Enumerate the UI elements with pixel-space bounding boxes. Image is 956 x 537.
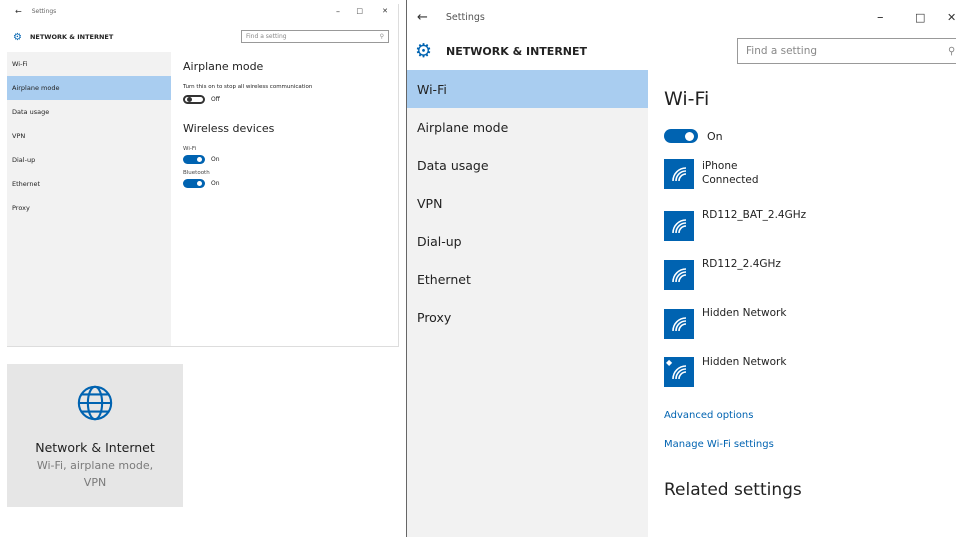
- wifi-toggle[interactable]: [664, 129, 698, 143]
- sidebar-item-data-usage[interactable]: Data usage: [7, 100, 171, 124]
- page-header: ⚙ NETWORK & INTERNET Find a setting ⚲: [7, 26, 398, 48]
- search-input[interactable]: Find a setting ⚲: [737, 38, 956, 64]
- network-name: RD112_BAT_2.4GHz: [702, 209, 807, 221]
- gear-icon: ⚙: [415, 40, 433, 62]
- related-settings-heading: Related settings: [664, 480, 802, 500]
- window-title: Settings: [31, 7, 57, 15]
- minimize-icon[interactable]: –: [336, 7, 340, 16]
- sidebar: Wi-Fi Airplane mode Data usage VPN Dial-…: [7, 52, 171, 346]
- airplane-heading: Airplane mode: [183, 60, 264, 73]
- network-name: Hidden Network: [702, 356, 787, 368]
- main-content: Wi-Fi On iPhone Connected RD112_BAT_2.4G…: [664, 88, 954, 500]
- sidebar-item-wifi[interactable]: Wi-Fi: [7, 52, 171, 76]
- bluetooth-label: Bluetooth: [183, 170, 210, 176]
- airplane-state: Off: [211, 96, 220, 103]
- page-title: Wi-Fi: [664, 88, 710, 110]
- wifi-label: Wi-Fi: [183, 146, 197, 152]
- sidebar-item-vpn[interactable]: VPN: [407, 184, 648, 222]
- wifi-signal-icon: [664, 159, 694, 189]
- network-item[interactable]: RD112_2.4GHz: [664, 257, 954, 306]
- network-list: iPhone Connected RD112_BAT_2.4GHz RD112_…: [664, 159, 954, 404]
- globe-icon: [77, 385, 113, 421]
- minimize-icon[interactable]: –: [877, 10, 884, 25]
- sidebar-item-vpn[interactable]: VPN: [7, 124, 171, 148]
- search-icon: ⚲: [379, 33, 384, 40]
- main-content: Airplane mode Turn this on to stop all w…: [183, 60, 393, 188]
- airplane-toggle[interactable]: [183, 95, 205, 104]
- close-icon[interactable]: ✕: [382, 7, 388, 15]
- bluetooth-toggle[interactable]: [183, 179, 205, 188]
- shield-icon: ◆: [666, 358, 673, 367]
- maximize-icon[interactable]: □: [915, 11, 925, 24]
- back-arrow-icon[interactable]: ←: [417, 10, 428, 25]
- page-header: ⚙ NETWORK & INTERNET Find a setting ⚲: [407, 35, 956, 67]
- network-item[interactable]: iPhone Connected: [664, 159, 954, 208]
- tile-subtitle: Wi-Fi, airplane mode,: [36, 459, 154, 472]
- sidebar-item-data-usage[interactable]: Data usage: [407, 146, 648, 184]
- search-placeholder: Find a setting: [746, 45, 818, 57]
- wifi-secured-icon: ◆: [664, 357, 694, 387]
- wifi-signal-icon: [664, 309, 694, 339]
- close-icon[interactable]: ✕: [947, 11, 956, 24]
- sidebar-item-wifi[interactable]: Wi-Fi: [407, 70, 648, 108]
- bluetooth-state: On: [211, 180, 220, 187]
- search-placeholder: Find a setting: [246, 33, 287, 40]
- network-name: Hidden Network: [702, 307, 787, 319]
- network-status: Connected: [702, 174, 759, 186]
- sidebar-item-airplane-mode[interactable]: Airplane mode: [7, 76, 171, 100]
- gear-icon: ⚙: [13, 31, 22, 43]
- search-icon: ⚲: [948, 45, 956, 57]
- sidebar-item-dial-up[interactable]: Dial-up: [7, 148, 171, 172]
- network-item[interactable]: Hidden Network: [664, 306, 954, 355]
- window-title: Settings: [445, 11, 485, 23]
- manage-wifi-link[interactable]: Manage Wi-Fi settings: [664, 439, 954, 450]
- search-input[interactable]: Find a setting ⚲: [241, 30, 389, 43]
- wireless-heading: Wireless devices: [183, 122, 275, 135]
- page-heading: NETWORK & INTERNET: [29, 33, 114, 41]
- title-bar: ← Settings – □ ✕: [407, 0, 956, 34]
- sidebar-item-dial-up[interactable]: Dial-up: [407, 222, 648, 260]
- wifi-toggle[interactable]: [183, 155, 205, 164]
- sidebar-item-proxy[interactable]: Proxy: [407, 298, 648, 336]
- sidebar: Wi-Fi Airplane mode Data usage VPN Dial-…: [407, 70, 648, 537]
- wifi-signal-icon: [664, 260, 694, 290]
- tile-title: Network & Internet: [35, 440, 155, 455]
- advanced-options-link[interactable]: Advanced options: [664, 410, 954, 421]
- sidebar-item-ethernet[interactable]: Ethernet: [7, 172, 171, 196]
- airplane-description: Turn this on to stop all wireless commun…: [183, 84, 313, 90]
- settings-window-airplane: ← Settings – □ ✕ ⚙ NETWORK & INTERNET Fi…: [7, 4, 399, 347]
- sidebar-item-ethernet[interactable]: Ethernet: [407, 260, 648, 298]
- sidebar-item-airplane-mode[interactable]: Airplane mode: [407, 108, 648, 146]
- tile-subtitle-2: VPN: [83, 476, 107, 489]
- network-item[interactable]: RD112_BAT_2.4GHz: [664, 208, 954, 257]
- wifi-signal-icon: [664, 211, 694, 241]
- wifi-state: On: [707, 129, 723, 143]
- page-heading: NETWORK & INTERNET: [446, 44, 588, 58]
- title-bar: ← Settings – □ ✕: [7, 4, 398, 18]
- maximize-icon[interactable]: □: [356, 7, 363, 15]
- network-item[interactable]: ◆ Hidden Network: [664, 355, 954, 404]
- network-internet-tile[interactable]: Network & Internet Wi-Fi, airplane mode,…: [7, 364, 183, 507]
- wifi-state: On: [211, 156, 220, 163]
- back-arrow-icon[interactable]: ←: [15, 7, 22, 16]
- network-name: iPhone: [702, 160, 738, 172]
- sidebar-item-proxy[interactable]: Proxy: [7, 196, 171, 220]
- network-name: RD112_2.4GHz: [702, 258, 781, 270]
- settings-window-wifi: ← Settings – □ ✕ ⚙ NETWORK & INTERNET Fi…: [406, 0, 956, 537]
